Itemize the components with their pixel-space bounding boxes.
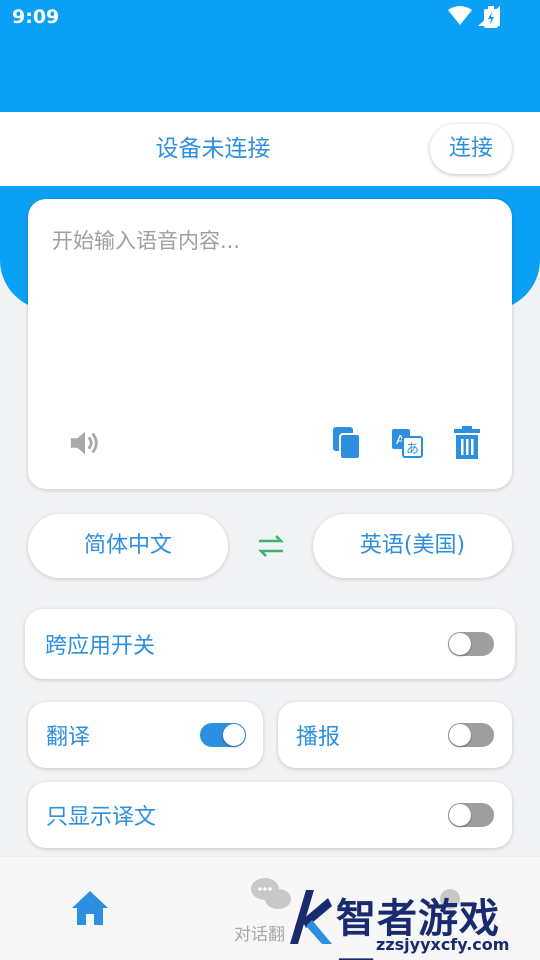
connect-button[interactable]: 连接 — [430, 124, 512, 174]
speech-input-placeholder: 开始输入语音内容... — [52, 229, 241, 253]
broadcast-label: 播报 — [296, 725, 341, 750]
header-background — [0, 36, 540, 112]
trash-icon[interactable] — [450, 425, 484, 461]
translate-label: 翻译 — [46, 725, 91, 750]
show-only-translation-label: 只显示译文 — [46, 805, 157, 830]
cross-app-label: 跨应用开关 — [45, 634, 156, 659]
speech-input-card[interactable]: 开始输入语音内容... A あ — [28, 199, 512, 489]
svg-text:あ: あ — [406, 441, 419, 456]
source-language-button[interactable]: 简体中文 — [28, 514, 228, 578]
copy-icon[interactable] — [330, 425, 364, 461]
swap-languages-icon[interactable] — [256, 532, 286, 560]
wifi-icon — [448, 6, 472, 25]
translate-toggle-row: 翻译 — [28, 702, 263, 768]
speaker-icon[interactable] — [68, 425, 102, 461]
connection-status: 设备未连接 — [155, 136, 271, 162]
nav-conversation-label[interactable]: 对话翻 — [234, 920, 285, 945]
translate-icon[interactable]: A あ — [390, 425, 424, 461]
target-language-button[interactable]: 英语(美国) — [313, 514, 512, 578]
status-time: 9:09 — [12, 6, 60, 28]
broadcast-toggle-row: 播报 — [278, 702, 512, 768]
broadcast-switch[interactable] — [448, 723, 494, 747]
watermark-url: zzsjyyxcfy.com — [376, 935, 510, 954]
watermark-logo-icon — [290, 890, 332, 944]
cross-app-switch[interactable] — [448, 632, 494, 656]
status-bar: 9:09 — [0, 0, 540, 36]
show-only-translation-row: 只显示译文 — [28, 782, 512, 848]
home-icon[interactable] — [70, 889, 110, 927]
show-only-translation-switch[interactable] — [448, 803, 494, 827]
battery-icon — [484, 6, 498, 28]
cross-app-toggle-row: 跨应用开关 — [25, 609, 515, 679]
translate-switch[interactable] — [200, 723, 246, 747]
connection-bar: 设备未连接 连接 — [0, 112, 540, 186]
